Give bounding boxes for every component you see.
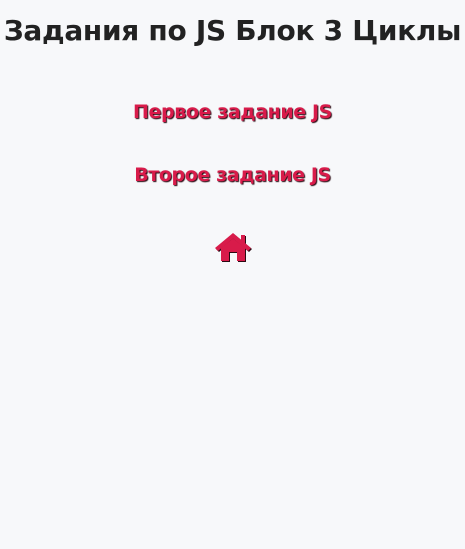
first-task-link[interactable]: Первое задание JS xyxy=(0,101,465,123)
home-link[interactable] xyxy=(213,231,253,263)
home-icon xyxy=(215,233,252,262)
second-task-link[interactable]: Второе задание JS xyxy=(0,164,465,186)
page-title: Задания по JS Блок 3 Циклы xyxy=(3,14,462,47)
